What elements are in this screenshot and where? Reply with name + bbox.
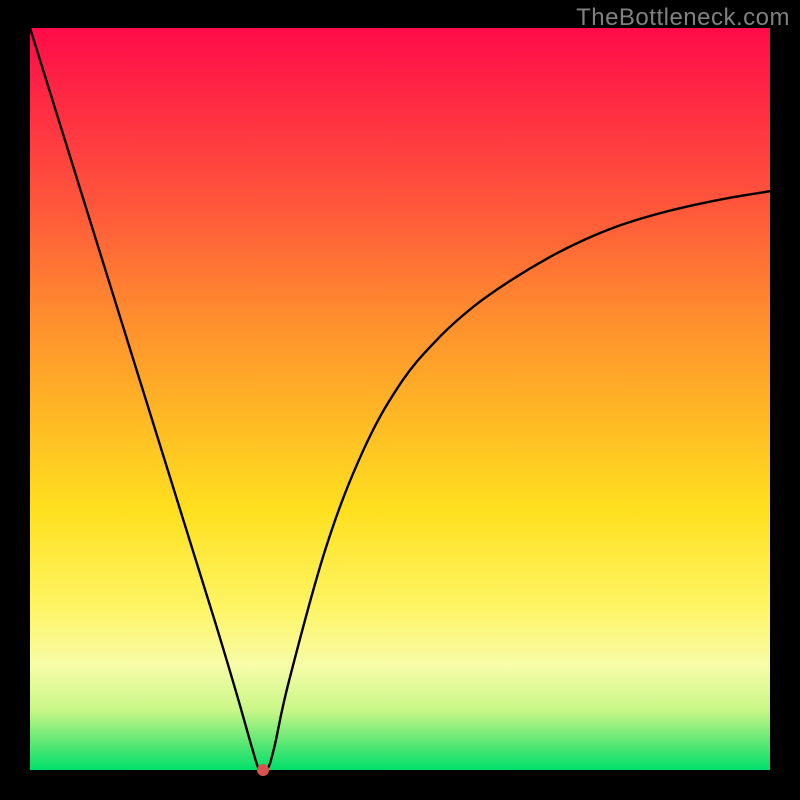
minimum-marker [257,764,269,776]
chart-frame: TheBottleneck.com [0,0,800,800]
bottleneck-curve [30,28,770,770]
plot-area [30,28,770,770]
